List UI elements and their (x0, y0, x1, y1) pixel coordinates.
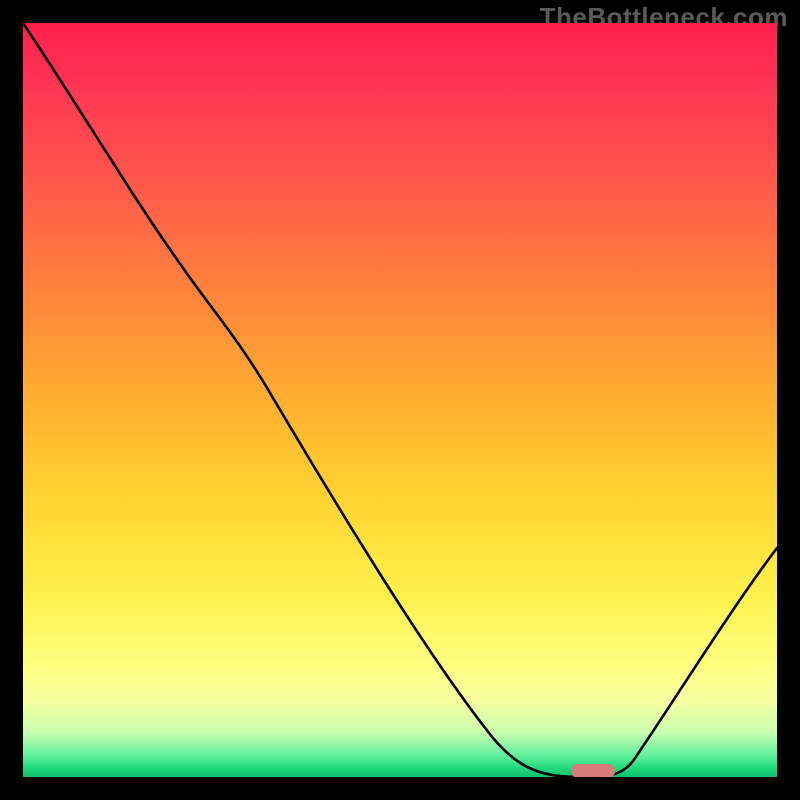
optimal-marker (571, 764, 615, 777)
plot-area (23, 23, 777, 777)
chart-frame: TheBottleneck.com (0, 0, 800, 800)
curve-path (23, 23, 777, 777)
bottleneck-curve (23, 23, 777, 777)
